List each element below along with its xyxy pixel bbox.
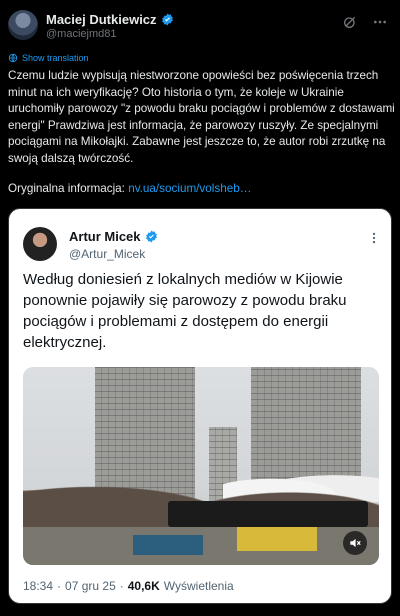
post-header: Maciej Dutkiewicz @maciejmd81	[8, 10, 392, 44]
more-icon[interactable]	[372, 14, 388, 30]
header-actions	[342, 14, 388, 30]
mute-button[interactable]	[343, 531, 367, 555]
author-name[interactable]: Maciej Dutkiewicz	[46, 12, 157, 27]
globe-icon	[8, 53, 18, 63]
show-translation[interactable]: Show translation	[8, 53, 89, 63]
more-icon[interactable]	[367, 231, 381, 245]
post-meta: 18:34 · 07 gru 25 · 40,6K Wyświetlenia	[23, 579, 234, 593]
separator: ·	[119, 579, 124, 593]
quoted-text: Według doniesień z lokalnych mediów w Ki…	[23, 271, 347, 351]
kiosk-yellow	[237, 527, 317, 551]
original-info-label: Oryginalna informacja:	[8, 182, 125, 195]
post-time[interactable]: 18:34	[23, 579, 53, 593]
steam-locomotive	[168, 501, 368, 527]
show-translation-label: Show translation	[22, 53, 89, 63]
author-handle[interactable]: @maciejmd81	[46, 28, 116, 40]
quoted-post[interactable]: Artur Micek @Artur_Micek Według doniesie…	[8, 208, 392, 604]
views-count: 40,6K	[127, 579, 160, 593]
avatar[interactable]	[8, 10, 38, 40]
quoted-author-handle[interactable]: @Artur_Micek	[69, 247, 145, 261]
separator: ·	[57, 579, 62, 593]
author-name-line: Maciej Dutkiewicz	[46, 12, 174, 27]
post-date[interactable]: 07 gru 25	[65, 579, 116, 593]
grok-icon[interactable]	[342, 14, 358, 30]
post-text-body: Czemu ludzie wypisują niestworzone opowi…	[8, 69, 395, 165]
original-info: Oryginalna informacja: nv.ua/socium/vols…	[8, 182, 251, 195]
quoted-avatar[interactable]	[23, 227, 57, 261]
verified-badge-icon	[161, 13, 173, 26]
views-label: Wyświetlenia	[163, 579, 234, 593]
original-info-link[interactable]: nv.ua/socium/volsheb…	[128, 182, 251, 195]
quoted-author-name[interactable]: Artur Micek	[69, 229, 141, 244]
mute-icon	[350, 538, 361, 548]
quoted-author-line: Artur Micek	[69, 229, 158, 244]
post-text: Czemu ludzie wypisują niestworzone opowi…	[8, 68, 396, 168]
verified-badge-icon	[145, 230, 157, 243]
video-player[interactable]	[23, 367, 379, 565]
kiosk-blue	[133, 535, 203, 555]
